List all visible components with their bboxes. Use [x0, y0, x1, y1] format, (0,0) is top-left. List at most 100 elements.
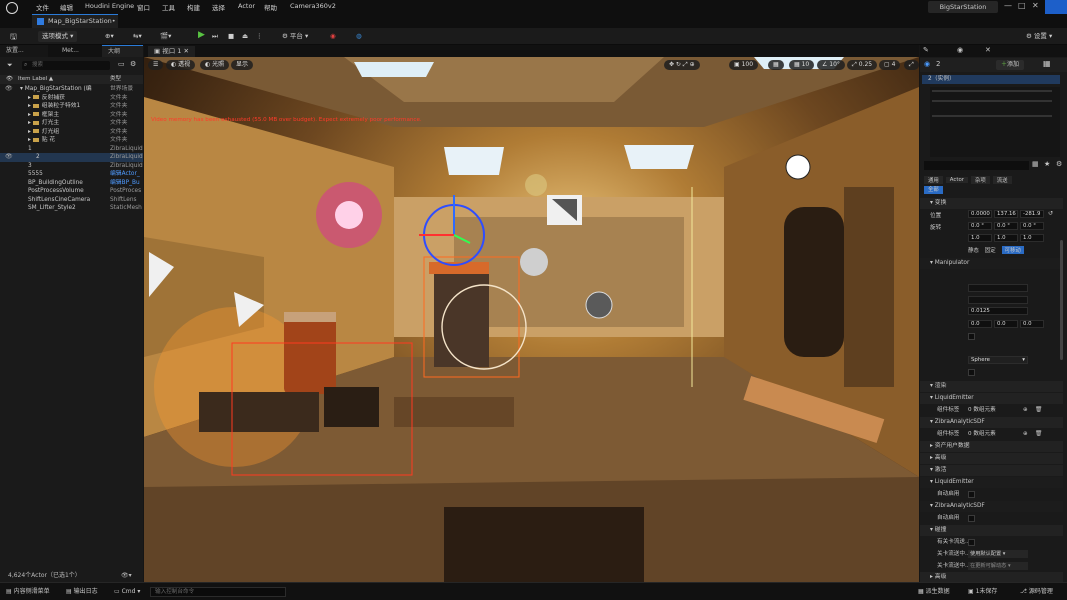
minimize-icon[interactable]: — [1004, 1, 1012, 10]
maximize-icon[interactable]: □ [1018, 1, 1026, 10]
outliner-row[interactable]: 1 ZibraLiquid [0, 145, 143, 154]
mode-selector[interactable]: 选项模式 ▾ [38, 31, 78, 42]
cmd-selector[interactable]: ▭ Cmd ▾ [114, 586, 140, 598]
project-name-button[interactable]: BigStarStation [928, 1, 998, 13]
settings-button[interactable]: ⚙ 设置 ▾ [1026, 31, 1052, 42]
menu-edit[interactable]: 编辑 [60, 2, 73, 12]
filter-tab-general[interactable]: 通用 [924, 176, 943, 184]
tab-place[interactable]: 放置... [0, 45, 48, 57]
favorite-icon[interactable]: ★ [1044, 160, 1050, 168]
derived-data-button[interactable]: ▦ 派生数据 [918, 586, 950, 598]
viewport-maximize-icon[interactable]: ⤢ [904, 60, 919, 70]
scale-y-field[interactable]: 1.0 [994, 234, 1018, 242]
surface-snap-icon[interactable]: ▦ [768, 60, 784, 70]
add-element-icon[interactable]: ⊕ [1023, 428, 1028, 440]
section-liquid-emitter[interactable]: ▾ LiquidEmitter [920, 393, 1063, 404]
menu-actor[interactable]: Actor [238, 2, 255, 10]
world-settings-tab-icon[interactable]: ◉ [957, 46, 963, 54]
view-options-icon[interactable]: 👁▾ [121, 569, 132, 582]
section-collision[interactable]: ▾ 碰撞 [920, 525, 1063, 536]
level-viewport[interactable]: ☰ ◐ 透视 ◐ 光照 显示 ✥ ↻ ⤢ ⊕ ▣ 100 ▦ ▦ 10 ∠ 10… [144, 57, 919, 582]
scale-x-field[interactable]: 1.0 [968, 234, 992, 242]
mobility-stationary[interactable]: 固定 [985, 246, 996, 254]
close-tab-icon[interactable]: ✕ [985, 46, 991, 54]
rotation-snap[interactable]: ∠ 10° [817, 60, 845, 70]
tab-map[interactable]: Map_BigStarStation• [32, 14, 118, 28]
menu-select[interactable]: 选择 [212, 2, 225, 12]
details-settings-icon[interactable]: ⚙ [1056, 160, 1062, 168]
speed-field[interactable]: 0.0125 [968, 307, 1028, 315]
add-content-icon[interactable]: ⊕▾ [105, 31, 114, 42]
location-y-field[interactable]: 137.16 [994, 210, 1018, 218]
vector-z-field[interactable]: 0.0 [1020, 320, 1044, 328]
vector-y-field[interactable]: 0.0 [994, 320, 1018, 328]
filter-tab-all[interactable]: 全部 [924, 186, 943, 194]
step-icon[interactable]: ⏭ [212, 31, 218, 42]
save-icon[interactable]: 🖫 [10, 31, 17, 42]
source-control-button[interactable]: ⎇ 源码管理 [1020, 586, 1053, 598]
auto-activate-checkbox[interactable] [968, 515, 975, 522]
content-drawer-button[interactable]: ▤ 内容侧滑菜单 [6, 586, 50, 598]
stop-icon[interactable]: ■ [228, 31, 234, 42]
filter-tab-streaming[interactable]: 流送 [992, 176, 1012, 184]
col-item-label[interactable]: Item Label ▲ [18, 75, 53, 84]
section-advanced-2[interactable]: ▸ 高级 [920, 572, 1063, 582]
auto-activate-checkbox[interactable] [968, 491, 975, 498]
outliner-row[interactable]: 5555 编辑Actor_ [0, 170, 143, 179]
section-liquid-emitter-2[interactable]: ▾ LiquidEmitter [920, 477, 1063, 488]
cinematics-icon[interactable]: 🎬▾ [160, 31, 171, 42]
property-matrix-icon[interactable]: ▦ [1032, 160, 1039, 168]
menu-window[interactable]: 窗口 [137, 2, 150, 12]
tab-viewport[interactable]: ▣ 视口 1 ✕ [148, 46, 195, 57]
scale-z-field[interactable]: 1.0 [1020, 234, 1044, 242]
section-asset-user-data[interactable]: ▸ 资产用户数据 [920, 441, 1063, 452]
rotation-z-field[interactable]: 0.0 ° [1020, 222, 1044, 230]
enable-checkbox[interactable] [968, 333, 975, 340]
overlap-checkbox[interactable] [968, 539, 975, 546]
outliner-row[interactable]: ▸ 框架主 文件夹 [0, 111, 143, 120]
section-zibra-sdf-2[interactable]: ▾ ZibraAnalyticSDF [920, 501, 1063, 512]
outliner-row[interactable]: BP_BuildingOutline 编辑BP_Bu [0, 179, 143, 188]
section-advanced[interactable]: ▸ 高级 [920, 453, 1063, 464]
unsaved-button[interactable]: ▣ 1未保存 [968, 586, 997, 598]
tab-meta[interactable]: Met... [56, 45, 96, 57]
transform-tools[interactable]: ✥ ↻ ⤢ ⊕ [664, 60, 700, 70]
viewport-menu-icon[interactable]: ☰ [148, 60, 164, 70]
details-tab-icon[interactable]: ✎ [923, 46, 929, 54]
filter-icon[interactable]: ⏷ [7, 61, 13, 70]
delete-element-icon[interactable]: 🗑 [1035, 404, 1042, 416]
platform-button[interactable]: ⚙ 平台 ▾ [282, 31, 308, 42]
console-command-input[interactable]: 输入控制台命令 [150, 587, 286, 597]
location-z-field[interactable]: -281.9 [1020, 210, 1044, 218]
filter-tab-misc[interactable]: 杂项 [970, 176, 990, 184]
rotation-y-field[interactable]: 0.0 ° [994, 222, 1018, 230]
tab-outliner[interactable]: 大纲 [102, 45, 143, 57]
menu-camera360[interactable]: Camera360v2 [290, 2, 336, 10]
outliner-row[interactable]: 👁 ▾ Map_BigStarStation (编 世界场景 [0, 85, 143, 94]
camera-speed-alt[interactable]: ▢ 4 [879, 60, 901, 70]
details-search-input[interactable] [924, 161, 1029, 170]
blueprint-icon[interactable]: ⇆▾ [133, 31, 142, 42]
play-button[interactable]: ▶ [198, 30, 205, 41]
outliner-row[interactable]: ▸ 贴 花 文件夹 [0, 136, 143, 145]
add-component-button[interactable]: ＋添加 [996, 60, 1025, 70]
globe-icon[interactable]: ◍ [356, 31, 362, 42]
outliner-row[interactable]: ShiftLensCineCamera ShiftLens [0, 196, 143, 205]
menu-tools[interactable]: 工具 [162, 2, 175, 12]
outliner-search-input[interactable]: 搜索 [22, 61, 110, 70]
property-field[interactable] [968, 284, 1028, 292]
level-stream-2-select[interactable]: 在更新可解动态 ▾ [968, 562, 1028, 570]
section-rendering[interactable]: ▾ 渲染 [920, 381, 1063, 392]
property-checkbox[interactable] [968, 369, 975, 376]
menu-file[interactable]: 文件 [36, 2, 49, 12]
outliner-row[interactable]: ▸ 组装粒子特效1 文件夹 [0, 102, 143, 111]
menu-help[interactable]: 帮助 [264, 2, 277, 12]
outliner-row[interactable]: SM_Lifter_Style2 StaticMesh [0, 204, 143, 213]
scale-snap[interactable]: ⤢ 0.25 [847, 60, 878, 70]
show-button[interactable]: 显示 [231, 60, 254, 70]
menu-build[interactable]: 构建 [187, 2, 200, 12]
outliner-row[interactable]: 👁 2 ZibraLiquid [0, 153, 143, 162]
unreal-logo-icon[interactable] [6, 2, 18, 14]
play-options-icon[interactable]: ⋮ [256, 31, 263, 42]
grid-snap[interactable]: ▦ 10 [789, 60, 815, 70]
